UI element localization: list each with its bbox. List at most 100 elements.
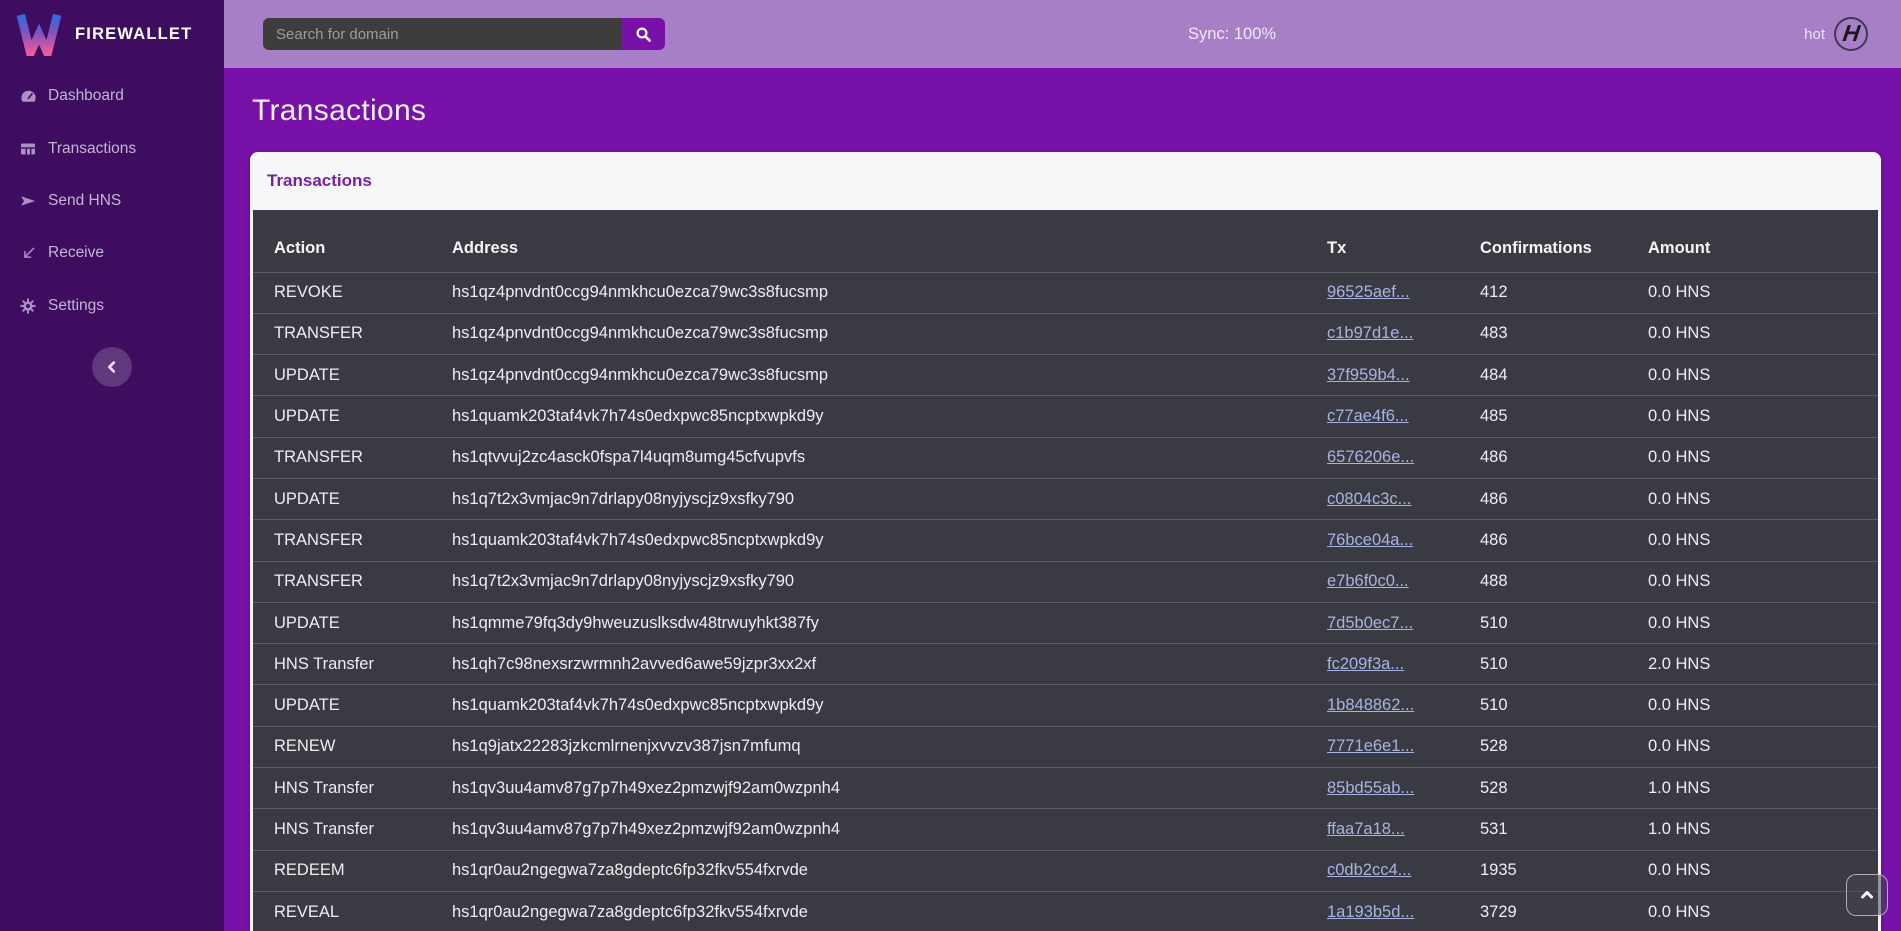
tx-link[interactable]: c0804c3c... (1327, 490, 1411, 508)
brand-name: FIREWALLET (75, 25, 192, 44)
cell-action: UPDATE (253, 396, 452, 437)
cell-amount: 0.0 HNS (1648, 355, 1878, 396)
cell-tx: 76bce04a... (1327, 520, 1480, 561)
page-title: Transactions (252, 94, 1901, 128)
cell-tx: 6576206e... (1327, 437, 1480, 478)
column-header-amount: Amount (1648, 210, 1878, 272)
search-icon (635, 26, 652, 43)
sidebar-collapse-button[interactable] (92, 347, 132, 387)
table-row: REDEEMhs1qr0au2ngegwa7za8gdeptc6fp32fkv5… (253, 850, 1878, 891)
table-row: RENEWhs1q9jatx22283jzkcmlrnenjxvvzv387js… (253, 726, 1878, 767)
transactions-table: Action Address Tx Confirmations Amount R… (253, 210, 1878, 931)
cell-address: hs1qz4pnvdnt0ccg94nmkhcu0ezca79wc3s8fucs… (452, 313, 1327, 354)
sidebar-item-label: Receive (48, 244, 104, 262)
send-icon (19, 192, 37, 209)
main-content: Transactions Transactions Action Address… (224, 68, 1901, 931)
cell-action: REVEAL (253, 891, 452, 931)
cell-confirmations: 1935 (1480, 850, 1648, 891)
transactions-table-wrap: Action Address Tx Confirmations Amount R… (253, 210, 1878, 931)
cell-tx: 1a193b5d... (1327, 891, 1480, 931)
wallet-selector[interactable]: hot H (1804, 0, 1868, 68)
sidebar-item-dashboard[interactable]: Dashboard (0, 70, 224, 122)
cell-confirmations: 483 (1480, 313, 1648, 354)
cell-address: hs1qr0au2ngegwa7za8gdeptc6fp32fkv554fxrv… (452, 850, 1327, 891)
table-row: TRANSFERhs1qtvvuj2zc4asck0fspa7l4uqm8umg… (253, 437, 1878, 478)
sidebar-item-label: Transactions (48, 140, 136, 158)
cell-amount: 1.0 HNS (1648, 809, 1878, 850)
gear-icon (19, 297, 37, 314)
cell-confirmations: 484 (1480, 355, 1648, 396)
cell-address: hs1qtvvuj2zc4asck0fspa7l4uqm8umg45cfvupv… (452, 437, 1327, 478)
cell-tx: 96525aef... (1327, 272, 1480, 313)
cell-address: hs1quamk203taf4vk7h74s0edxpwc85ncptxwpkd… (452, 520, 1327, 561)
sidebar-item-send-hns[interactable]: Send HNS (0, 175, 224, 227)
cell-address: hs1q9jatx22283jzkcmlrnenjxvvzv387jsn7mfu… (452, 726, 1327, 767)
cell-action: HNS Transfer (253, 644, 452, 685)
cell-action: UPDATE (253, 355, 452, 396)
tx-link[interactable]: ffaa7a18... (1327, 820, 1405, 838)
tx-link[interactable]: c77ae4f6... (1327, 407, 1409, 425)
cell-address: hs1qz4pnvdnt0ccg94nmkhcu0ezca79wc3s8fucs… (452, 272, 1327, 313)
sidebar-item-label: Settings (48, 297, 104, 315)
cell-address: hs1qr0au2ngegwa7za8gdeptc6fp32fkv554fxrv… (452, 891, 1327, 931)
cell-amount: 0.0 HNS (1648, 850, 1878, 891)
cell-tx: e7b6f0c0... (1327, 561, 1480, 602)
scroll-to-top-button[interactable] (1846, 874, 1888, 916)
table-row: REVOKEhs1qz4pnvdnt0ccg94nmkhcu0ezca79wc3… (253, 272, 1878, 313)
firewallet-logo-icon (16, 12, 62, 56)
sidebar-item-transactions[interactable]: Transactions (0, 122, 224, 174)
tx-link[interactable]: 1a193b5d... (1327, 903, 1414, 921)
brand[interactable]: FIREWALLET (0, 0, 224, 68)
tx-link[interactable]: 1b848862... (1327, 696, 1414, 714)
sidebar: FIREWALLET Dashboard Transactions Send HNS… (0, 0, 224, 931)
tx-link[interactable]: 76bce04a... (1327, 531, 1413, 549)
cell-action: TRANSFER (253, 520, 452, 561)
gauge-icon (19, 88, 37, 105)
sidebar-item-receive[interactable]: Receive (0, 227, 224, 279)
cell-action: RENEW (253, 726, 452, 767)
table-row: HNS Transferhs1qv3uu4amv87g7p7h49xez2pmz… (253, 809, 1878, 850)
cell-address: hs1q7t2x3vmjac9n7drlapy08nyjyscjz9xsfky7… (452, 561, 1327, 602)
cell-amount: 0.0 HNS (1648, 685, 1878, 726)
cell-amount: 2.0 HNS (1648, 644, 1878, 685)
tx-link[interactable]: 7771e6e1... (1327, 737, 1414, 755)
cell-action: TRANSFER (253, 313, 452, 354)
cell-action: TRANSFER (253, 561, 452, 602)
column-header-tx: Tx (1327, 210, 1480, 272)
cell-amount: 0.0 HNS (1648, 437, 1878, 478)
cell-confirmations: 510 (1480, 685, 1648, 726)
column-header-action: Action (253, 210, 452, 272)
cell-address: hs1quamk203taf4vk7h74s0edxpwc85ncptxwpkd… (452, 396, 1327, 437)
tx-link[interactable]: 85bd55ab... (1327, 779, 1414, 797)
tx-link[interactable]: c1b97d1e... (1327, 324, 1413, 342)
table-row: TRANSFERhs1quamk203taf4vk7h74s0edxpwc85n… (253, 520, 1878, 561)
cell-confirmations: 488 (1480, 561, 1648, 602)
cell-tx: 37f959b4... (1327, 355, 1480, 396)
cell-action: REVOKE (253, 272, 452, 313)
cell-confirmations: 412 (1480, 272, 1648, 313)
cell-tx: c1b97d1e... (1327, 313, 1480, 354)
cell-confirmations: 531 (1480, 809, 1648, 850)
cell-tx: 1b848862... (1327, 685, 1480, 726)
transactions-card: Transactions Action Address Tx Confirmat… (250, 152, 1881, 931)
tx-link[interactable]: 6576206e... (1327, 448, 1414, 466)
tx-link[interactable]: fc209f3a... (1327, 655, 1404, 673)
search-button[interactable] (622, 18, 665, 50)
tx-link[interactable]: 96525aef... (1327, 283, 1410, 301)
receive-icon (19, 245, 37, 262)
cell-address: hs1qz4pnvdnt0ccg94nmkhcu0ezca79wc3s8fucs… (452, 355, 1327, 396)
cell-address: hs1qmme79fq3dy9hweuzuslksdw48trwuyhkt387… (452, 602, 1327, 643)
cell-confirmations: 3729 (1480, 891, 1648, 931)
cell-amount: 0.0 HNS (1648, 891, 1878, 931)
cell-amount: 0.0 HNS (1648, 272, 1878, 313)
sidebar-nav: Dashboard Transactions Send HNS Receive Sett… (0, 70, 224, 332)
table-row: REVEALhs1qr0au2ngegwa7za8gdeptc6fp32fkv5… (253, 891, 1878, 931)
tx-link[interactable]: 37f959b4... (1327, 366, 1410, 384)
table-row: UPDATEhs1qz4pnvdnt0ccg94nmkhcu0ezca79wc3… (253, 355, 1878, 396)
tx-link[interactable]: e7b6f0c0... (1327, 572, 1409, 590)
tx-link[interactable]: 7d5b0ec7... (1327, 614, 1413, 632)
sidebar-item-settings[interactable]: Settings (0, 280, 224, 332)
table-icon (19, 140, 37, 157)
search-input[interactable] (263, 18, 622, 50)
tx-link[interactable]: c0db2cc4... (1327, 861, 1411, 879)
